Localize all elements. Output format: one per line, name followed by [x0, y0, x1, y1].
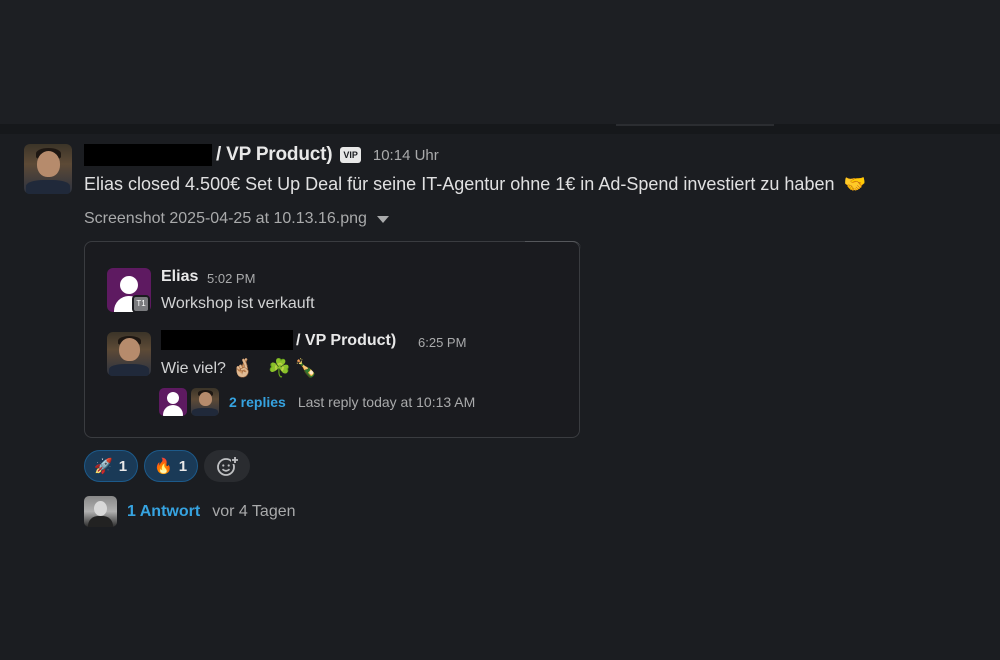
elias-message: Workshop ist verkauft [161, 295, 315, 312]
rocket-icon: 🚀 [94, 458, 113, 475]
author-time: 6:25 PM [418, 335, 467, 350]
thread-summary: 2 replies Last reply today at 10:13 AM [159, 388, 475, 416]
replier-avatar [159, 388, 187, 416]
author-avatar-small [107, 332, 151, 376]
crossed-fingers-emoji: 🤞🏼 [231, 358, 255, 378]
message-body: Elias closed 4.500€ Set Up Deal für sein… [84, 174, 866, 195]
attached-screenshot[interactable]: T1 Elias 5:02 PM Workshop ist verkauft /… [84, 241, 581, 438]
divider [0, 124, 1000, 134]
author-message-text: Wie viel? [161, 359, 226, 377]
message-header: / VP Product) VIP 10:14 Uhr [84, 143, 439, 167]
thread-replies[interactable]: 1 Antwort vor 4 Tagen [84, 496, 296, 527]
author-name[interactable]: / VP Product) [84, 144, 333, 166]
message-text: Elias closed 4.500€ Set Up Deal für sein… [84, 174, 835, 194]
attachment-header[interactable]: Screenshot 2025-04-25 at 10.13.16.png [84, 210, 389, 228]
thread-reply-link[interactable]: 1 Antwort [127, 503, 200, 521]
vip-badge: VIP [340, 147, 361, 163]
thread-age: vor 4 Tagen [212, 502, 296, 520]
replier-avatar [84, 496, 117, 527]
elias-name: Elias [161, 268, 199, 285]
attachment-name: Screenshot 2025-04-25 at 10.13.16.png [84, 210, 367, 227]
author-name-visible: / VP Product) [296, 332, 397, 349]
reaction-count: 1 [178, 457, 188, 475]
add-reaction-button[interactable] [204, 450, 251, 482]
shamrock-emoji: ☘️ [268, 358, 291, 378]
champagne-emoji: 🍾 [294, 358, 318, 378]
redacted-name [161, 330, 293, 350]
divider-tab [616, 124, 774, 126]
reaction-bar: 🚀 1 🔥 1 [84, 450, 251, 482]
author-message: Wie viel? 🤞🏼 ☘️ 🍾 [161, 358, 317, 379]
add-emoji-icon [217, 456, 240, 476]
author-avatar[interactable] [24, 144, 72, 194]
handshake-emoji: 🤝 [843, 174, 866, 194]
top-panel [0, 0, 1000, 124]
replier-avatar [191, 388, 219, 416]
author-name-visible: / VP Product) [216, 144, 333, 165]
workspace-badge: T1 [132, 295, 150, 313]
fire-icon: 🔥 [154, 458, 173, 475]
card-corner [525, 241, 581, 249]
chevron-down-icon[interactable] [376, 215, 389, 223]
reaction-rocket[interactable]: 🚀 1 [84, 450, 139, 482]
redacted-name [84, 144, 212, 166]
elias-time: 5:02 PM [207, 271, 256, 286]
last-reply-text: Last reply today at 10:13 AM [297, 394, 476, 410]
reaction-count: 1 [118, 457, 128, 475]
replies-link: 2 replies [229, 394, 286, 410]
reaction-fire[interactable]: 🔥 1 [144, 450, 199, 482]
message-timestamp[interactable]: 10:14 Uhr [373, 147, 439, 164]
